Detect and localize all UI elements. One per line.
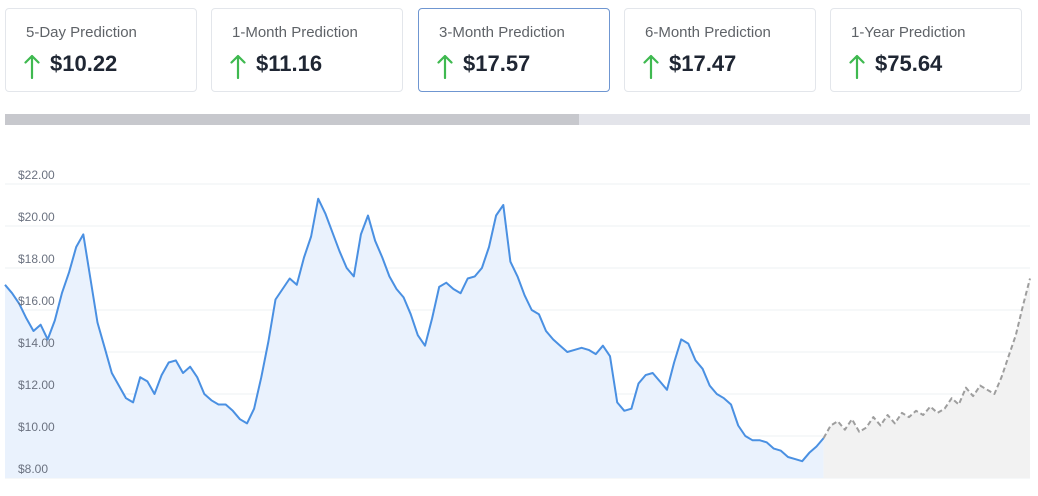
prediction-card-label: 5-Day Prediction [26, 24, 137, 41]
prediction-card-3-month[interactable]: 3-Month Prediction $17.57 [418, 8, 610, 92]
prediction-card-label: 6-Month Prediction [645, 24, 771, 41]
y-tick-label: $18.00 [18, 252, 55, 266]
scrollbar-thumb[interactable] [5, 114, 579, 125]
prediction-card-value: $17.47 [669, 51, 737, 76]
prediction-card-1-month[interactable]: 1-Month Prediction $11.16 [211, 8, 403, 92]
y-tick-label: $12.00 [18, 378, 55, 392]
prediction-card-value: $75.64 [875, 51, 943, 76]
arrow-up-icon [437, 54, 453, 79]
prediction-card-value: $11.16 [256, 51, 323, 76]
y-tick-label: $8.00 [18, 462, 48, 476]
forecast-area [823, 278, 1030, 478]
prediction-card-value: $10.22 [50, 51, 118, 76]
prediction-card-label: 1-Year Prediction [851, 24, 966, 41]
y-tick-label: $22.00 [18, 168, 55, 182]
arrow-up-icon [643, 54, 659, 79]
history-area [5, 198, 824, 478]
prediction-card-1-year[interactable]: 1-Year Prediction $75.64 [830, 8, 1022, 92]
y-tick-label: $14.00 [18, 336, 55, 350]
y-tick-label: $20.00 [18, 210, 55, 224]
chart-scrollbar[interactable] [5, 114, 1030, 125]
arrow-up-icon [24, 54, 40, 79]
prediction-card-value: $17.57 [463, 51, 531, 76]
prediction-card-5-day[interactable]: 5-Day Prediction $10.22 [5, 8, 197, 92]
y-tick-label: $16.00 [18, 294, 55, 308]
prediction-cards: 5-Day Prediction $10.22 1-Month Predicti… [0, 0, 1038, 100]
prediction-card-label: 1-Month Prediction [232, 24, 358, 41]
arrow-up-icon [230, 54, 246, 79]
prediction-card-6-month[interactable]: 6-Month Prediction $17.47 [624, 8, 816, 92]
price-prediction-chart: $8.00 $10.00 $12.00 $14.00 $16.00 $18.00 $20.0… [4, 168, 1031, 479]
y-tick-label: $10.00 [18, 420, 55, 434]
prediction-card-label: 3-Month Prediction [439, 24, 565, 41]
arrow-up-icon [849, 54, 865, 79]
